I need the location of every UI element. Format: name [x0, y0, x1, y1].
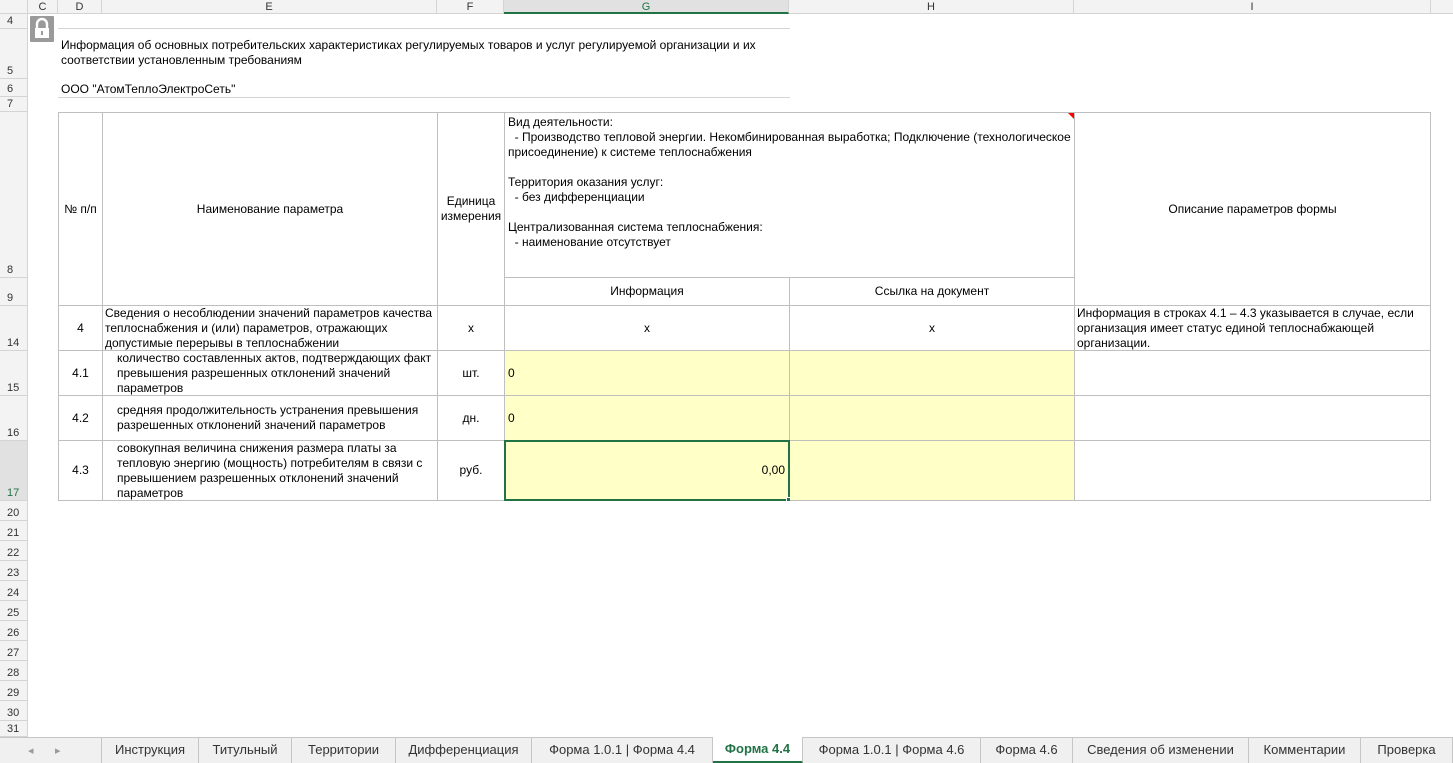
header-activity[interactable]: Вид деятельности: - Производство теплово… — [505, 113, 1075, 278]
row-4-2-desc[interactable] — [1075, 396, 1431, 441]
header-num[interactable]: № п/п — [59, 113, 103, 306]
row-header-28[interactable]: 28 — [0, 661, 27, 681]
row-4-1-link-input[interactable] — [790, 351, 1075, 396]
row-header-9[interactable]: 9 — [0, 278, 27, 306]
row-4-2-info-input[interactable]: 0 — [505, 396, 790, 441]
column-header-h[interactable]: H — [789, 0, 1074, 14]
lock-icon — [30, 16, 54, 42]
tab-form-1-0-1-4-6[interactable]: Форма 1.0.1 | Форма 4.6 — [803, 738, 981, 763]
row-header-20[interactable]: 20 — [0, 501, 27, 521]
tab-territories[interactable]: Территории — [292, 738, 396, 763]
row-4-name[interactable]: Сведения о несоблюдении значений парамет… — [103, 306, 438, 351]
row-header-5[interactable]: 5 — [0, 29, 27, 79]
row-4-3-num[interactable]: 4.3 — [59, 441, 103, 501]
row-header-30[interactable]: 30 — [0, 701, 27, 721]
row-4-3-info-input[interactable]: 0,00 — [504, 440, 790, 501]
row-4-3-unit[interactable]: руб. — [438, 441, 505, 501]
row-header-23[interactable]: 23 — [0, 561, 27, 581]
tab-form-1-0-1-4-4[interactable]: Форма 1.0.1 | Форма 4.4 — [532, 738, 713, 763]
header-info[interactable]: Информация — [505, 278, 790, 306]
sheet-tab-bar: ◂ ▸ Инструкция Титульный Территории Дифф… — [0, 737, 1453, 763]
row-4-3-name[interactable]: совокупная величина снижения размера пла… — [103, 441, 438, 501]
organization-name: ООО "АтомТеплоЭлектроСеть" — [61, 82, 236, 96]
row-4-1-info-input[interactable]: 0 — [505, 351, 790, 396]
row-header-17[interactable]: 17 — [0, 441, 27, 501]
row-4-unit[interactable]: x — [438, 306, 505, 351]
row-4-3-desc[interactable] — [1075, 441, 1431, 501]
row-header-26[interactable]: 26 — [0, 621, 27, 641]
activity-line-5: - без дифференциации — [508, 190, 645, 204]
tab-change-info[interactable]: Сведения об изменении — [1073, 738, 1249, 763]
tab-scroll-left-icon[interactable]: ◂ — [28, 744, 34, 757]
row-header-14[interactable]: 14 — [0, 306, 27, 351]
row-4-desc[interactable]: Информация в строках 4.1 – 4.3 указывает… — [1075, 306, 1431, 351]
tab-scroll-right-icon[interactable]: ▸ — [55, 744, 61, 757]
column-header-c[interactable]: C — [28, 0, 58, 14]
row-4-1-unit[interactable]: шт. — [438, 351, 505, 396]
activity-line-1: Вид деятельности: — [508, 115, 613, 129]
tab-form-4-4[interactable]: Форма 4.4 — [713, 737, 803, 763]
column-header-f[interactable]: F — [437, 0, 504, 14]
row-header-7[interactable]: 7 — [0, 97, 27, 112]
column-header-e[interactable]: E — [102, 0, 437, 14]
select-all-corner[interactable] — [0, 0, 28, 14]
header-name[interactable]: Наименование параметра — [103, 113, 438, 306]
row-4-1-desc[interactable] — [1075, 351, 1431, 396]
row-header-21[interactable]: 21 — [0, 521, 27, 541]
org-bottom-rule — [58, 97, 790, 98]
column-header-d[interactable]: D — [58, 0, 102, 14]
row-header-6[interactable]: 6 — [0, 79, 27, 97]
row-header-27[interactable]: 27 — [0, 641, 27, 661]
row-4-1-num[interactable]: 4.1 — [59, 351, 103, 396]
row-header-31[interactable]: 31 — [0, 721, 27, 737]
activity-line-7: Централизованная система теплоснабжения: — [508, 220, 763, 234]
row-header-8[interactable]: 8 — [0, 112, 27, 278]
comment-marker-icon[interactable] — [1068, 113, 1074, 119]
activity-line-4: Территория оказания услуг: — [508, 175, 664, 189]
tab-differentiation[interactable]: Дифференциация — [396, 738, 532, 763]
header-link[interactable]: Ссылка на документ — [790, 278, 1075, 306]
tab-check[interactable]: Проверка — [1361, 738, 1453, 763]
column-header-bar: C D E F G H I — [0, 0, 1453, 14]
activity-line-6 — [508, 205, 1071, 220]
row-4-2-unit[interactable]: дн. — [438, 396, 505, 441]
title-top-rule — [58, 28, 790, 29]
row-4-1-name[interactable]: количество составленных актов, подтвержд… — [103, 351, 438, 396]
tab-title[interactable]: Титульный — [199, 738, 292, 763]
activity-line-2: - Производство тепловой энергии. Некомби… — [508, 130, 1074, 159]
activity-line-8: - наименование отсутствует — [508, 235, 671, 249]
row-4-2-link-input[interactable] — [790, 396, 1075, 441]
header-desc[interactable]: Описание параметров формы — [1075, 113, 1431, 306]
tab-instruction[interactable]: Инструкция — [102, 738, 199, 763]
row-header-29[interactable]: 29 — [0, 681, 27, 701]
row-4-info[interactable]: x — [505, 306, 790, 351]
row-header-4[interactable]: 4 — [0, 14, 27, 29]
row-header-24[interactable]: 24 — [0, 581, 27, 601]
row-4-link[interactable]: x — [790, 306, 1075, 351]
tab-form-4-6[interactable]: Форма 4.6 — [981, 738, 1073, 763]
column-header-i[interactable]: I — [1074, 0, 1431, 14]
row-header-15[interactable]: 15 — [0, 351, 27, 396]
column-header-g[interactable]: G — [504, 0, 789, 14]
tab-comments[interactable]: Комментарии — [1249, 738, 1361, 763]
page-title: Информация об основных потребительских х… — [61, 38, 756, 67]
header-unit[interactable]: Единица измерения — [438, 113, 505, 306]
row-4-2-num[interactable]: 4.2 — [59, 396, 103, 441]
row-4-3-link-input[interactable] — [790, 441, 1075, 501]
row-header-16[interactable]: 16 — [0, 396, 27, 441]
row-header-22[interactable]: 22 — [0, 541, 27, 561]
row-4-num[interactable]: 4 — [59, 306, 103, 351]
row-header-25[interactable]: 25 — [0, 601, 27, 621]
row-4-2-name[interactable]: средняя продолжительность устранения пре… — [103, 396, 438, 441]
activity-line-3 — [508, 160, 1071, 175]
